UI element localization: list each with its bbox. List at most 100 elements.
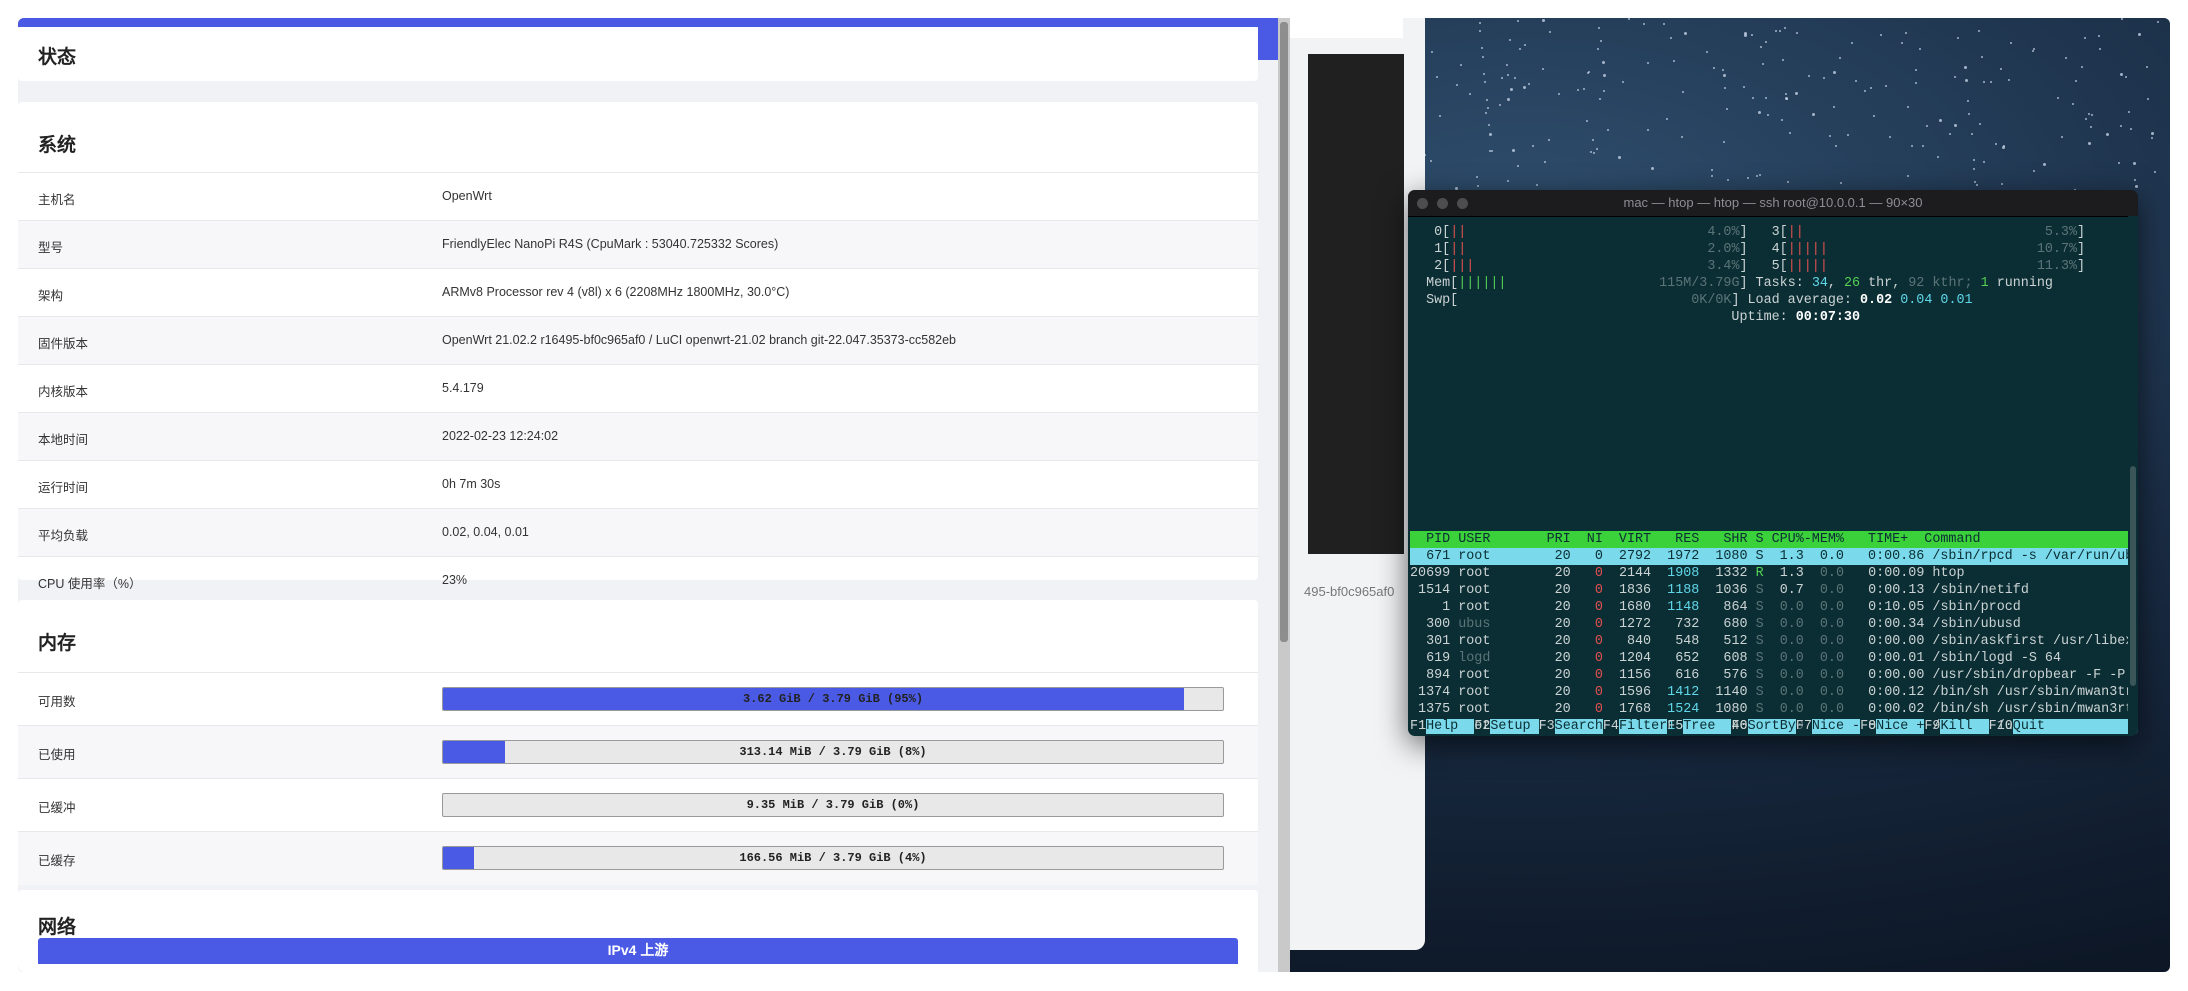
star <box>1430 159 1433 162</box>
process-row[interactable]: 20699 root 20 0 2144 1908 1332 R 1.3 0.0… <box>1410 565 2132 582</box>
function-key-kill[interactable]: Kill <box>1940 719 1989 734</box>
star <box>1938 118 1942 122</box>
function-key-quit[interactable]: Quit <box>2012 719 2138 734</box>
function-key-search[interactable]: Search <box>1554 719 1603 734</box>
star <box>1532 145 1535 148</box>
background-browser-window[interactable]: 495-bf0c965af0 <box>1288 18 1425 950</box>
star <box>1602 74 1606 78</box>
header-accent-stripe <box>18 18 1290 27</box>
function-key-nice[interactable]: Nice - <box>1811 719 1861 734</box>
terminal-scrollbar[interactable] <box>2128 216 2138 736</box>
info-label: 平均负载 <box>38 529 89 543</box>
star <box>1907 106 1910 109</box>
function-key-tree[interactable]: Tree <box>1683 719 1732 734</box>
star <box>1486 107 1489 110</box>
star <box>1785 97 1788 100</box>
info-value: FriendlyElec NanoPi R4S (CpuMark : 53040… <box>442 237 779 251</box>
system-heading: 系统 <box>38 135 77 156</box>
memory-row: 已缓存 166.56 MiB / 3.79 GiB (4%) <box>18 831 1258 885</box>
star <box>2057 97 2060 100</box>
terminal-scrollbar-thumb[interactable] <box>2130 466 2136 686</box>
htop-process-list[interactable]: 671 root 20 0 2792 1972 1080 S 1.3 0.0 0… <box>1410 548 2138 736</box>
star <box>1548 30 1551 33</box>
process-row[interactable]: 1 root 20 0 1680 1148 864 S 0.0 0.0 0:10… <box>1410 599 2132 616</box>
star <box>1522 86 1526 89</box>
star <box>2118 162 2121 165</box>
star <box>1476 176 1479 179</box>
star <box>1846 133 1849 136</box>
function-key-help[interactable]: Help <box>1426 719 1475 734</box>
info-value: 5.4.179 <box>442 381 484 395</box>
star <box>1760 46 1763 49</box>
star <box>1484 81 1487 84</box>
info-value: 0h 7m 30s <box>442 477 501 491</box>
star <box>1833 71 1837 75</box>
star <box>2147 98 2150 101</box>
star <box>1628 18 1631 20</box>
star <box>2098 35 2101 38</box>
scrollbar-thumb[interactable] <box>1280 22 1288 642</box>
info-value: ARMv8 Processor rev 4 (v8l) x 6 (2208MHz… <box>442 285 790 299</box>
process-row[interactable]: 300 ubus 20 0 1272 732 680 S 0.0 0.0 0:0… <box>1410 616 2132 633</box>
star <box>2043 163 2047 167</box>
star <box>1835 145 1838 148</box>
star <box>1839 56 1842 59</box>
page-title-card: 状态 <box>18 27 1258 81</box>
process-row[interactable]: 1375 root 20 0 1768 1524 1080 S 0.0 0.0 … <box>1410 701 2138 718</box>
memory-row: 已使用 313.14 MiB / 3.79 GiB (8%) <box>18 725 1258 779</box>
star <box>2007 79 2010 82</box>
star <box>1673 59 1676 62</box>
process-row[interactable]: 1514 root 20 0 1836 1188 1036 S 0.7 0.0 … <box>1410 582 2132 599</box>
process-row[interactable]: 1374 root 20 0 1596 1412 1140 S 0.0 0.0 … <box>1410 684 2138 701</box>
star <box>1851 41 1854 44</box>
star <box>1480 47 1483 50</box>
star <box>1512 149 1516 153</box>
star <box>1758 173 1761 176</box>
terminal-window[interactable]: mac — htop — htop — ssh root@10.0.0.1 — … <box>1408 190 2138 736</box>
memory-label: 已缓冲 <box>38 801 76 815</box>
function-key-filter[interactable]: Filter <box>1618 719 1668 734</box>
process-row[interactable]: 301 root 20 0 840 548 512 S 0.0 0.0 0:00… <box>1410 633 2138 650</box>
info-row: 运行时间 0h 7m 30s <box>18 460 1258 509</box>
star <box>2124 76 2127 79</box>
star <box>1999 68 2002 71</box>
star <box>1755 175 1758 178</box>
function-key-setup[interactable]: Setup <box>1490 719 1539 734</box>
info-row: 型号 FriendlyElec NanoPi R4S (CpuMark : 530… <box>18 220 1258 269</box>
star <box>2000 182 2003 185</box>
info-row: 固件版本 OpenWrt 21.02.2 r16495-bf0c965af0 / … <box>18 316 1258 365</box>
star <box>1783 27 1786 30</box>
star <box>1872 115 1875 118</box>
process-row[interactable]: 671 root 20 0 2792 1972 1080 S 1.3 0.0 0… <box>1410 548 2138 565</box>
star <box>1967 112 1970 115</box>
star <box>1973 168 1976 171</box>
htop-column-header[interactable]: PID USER PRI NI VIRT RES SHR S CPU%-MEM%… <box>1410 531 2132 548</box>
star <box>1787 181 1790 184</box>
star <box>2088 113 2091 116</box>
desktop-wallpaper: 495-bf0c965af0 状态 系统 主机名 OpenWrt 型号 Friendl… <box>18 18 2170 972</box>
star <box>1926 125 1929 128</box>
star <box>2120 125 2123 128</box>
star <box>1906 174 1909 177</box>
process-row[interactable]: 619 logd 20 0 1204 652 608 S 0.0 0.0 0:0… <box>1410 650 2132 667</box>
terminal-titlebar[interactable]: mac — htop — htop — ssh root@10.0.0.1 — … <box>1408 190 2138 217</box>
function-key-nice[interactable]: Nice + <box>1876 719 1925 734</box>
star <box>1435 76 1438 79</box>
function-key-sortby[interactable]: SortBy <box>1747 719 1796 734</box>
page-scrollbar[interactable] <box>1278 18 1290 972</box>
memory-progress-bar: 313.14 MiB / 3.79 GiB (8%) <box>442 740 1224 764</box>
star <box>2001 146 2005 150</box>
star <box>1980 55 1983 58</box>
process-row[interactable]: 1462 root 20 0 2552 776 724 S 0.0 0.0 0:… <box>1410 735 2132 736</box>
star <box>1646 61 1649 64</box>
star <box>1726 178 1729 181</box>
star <box>1936 155 1939 158</box>
star <box>1989 81 1992 84</box>
process-row[interactable]: 894 root 20 0 1156 616 576 S 0.0 0.0 0:0… <box>1410 667 2138 684</box>
function-key-number: F7 <box>1795 719 1812 734</box>
star <box>1779 29 1782 32</box>
info-row: 本地时间 2022-02-23 12:24:02 <box>18 412 1258 461</box>
system-section: 系统 主机名 OpenWrt 型号 FriendlyElec NanoPi R4S (… <box>18 102 1258 591</box>
star <box>2009 42 2012 45</box>
star <box>2120 72 2124 76</box>
